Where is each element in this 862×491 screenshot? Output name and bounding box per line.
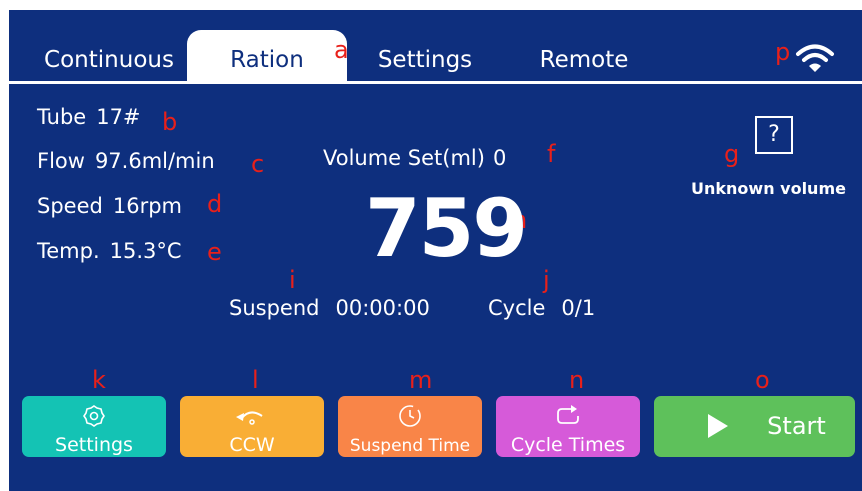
- speed-value: 16rpm: [112, 194, 182, 218]
- settings-button-label: Settings: [55, 434, 133, 456]
- marker-n: n: [569, 366, 585, 394]
- speed-readout: Speed 16rpm: [37, 194, 182, 218]
- tab-continuous[interactable]: Continuous: [29, 35, 189, 82]
- start-button[interactable]: Start: [654, 396, 855, 457]
- marker-p: p: [775, 38, 791, 66]
- ccw-rotate-icon: [236, 411, 263, 425]
- flow-value: 97.6ml/min: [94, 149, 215, 173]
- marker-a: a: [334, 36, 349, 64]
- tab-ration[interactable]: Ration: [187, 30, 347, 82]
- suspend-label: Suspend: [229, 296, 320, 320]
- device-screen: Continuous Ration Settings Remote a b c …: [9, 10, 862, 491]
- ccw-button-label: CCW: [229, 434, 275, 456]
- dispensed-volume: 759: [365, 182, 528, 275]
- temp-label: Temp.: [37, 239, 100, 263]
- marker-d: d: [207, 190, 223, 218]
- tab-settings[interactable]: Settings: [355, 35, 495, 82]
- cycle-times-button-label: Cycle Times: [510, 434, 626, 456]
- cycle-icon: [557, 405, 579, 424]
- volume-set[interactable]: Volume Set(ml) 0: [323, 146, 506, 170]
- speed-label: Speed: [37, 194, 103, 218]
- marker-b: b: [162, 108, 178, 136]
- suspend-time-button-label: Suspend Time: [349, 436, 471, 456]
- wifi-icon[interactable]: [795, 43, 835, 73]
- timer-icon: [399, 405, 421, 427]
- marker-o: o: [755, 366, 770, 394]
- cycle-label: Cycle: [488, 296, 546, 320]
- tube-label: Tube: [37, 105, 87, 129]
- suspend-readout: Suspend 00:00:00: [229, 296, 430, 320]
- marker-l: l: [252, 366, 259, 394]
- gear-icon: [83, 405, 105, 427]
- flow-readout: Flow 97.6ml/min: [37, 149, 215, 173]
- cycle-readout: Cycle 0/1: [488, 296, 595, 320]
- question-icon[interactable]: ?: [755, 116, 793, 154]
- marker-i: i: [289, 266, 296, 294]
- marker-f: f: [547, 140, 556, 168]
- settings-button[interactable]: Settings: [22, 396, 166, 457]
- cycle-times-button[interactable]: Cycle Times: [496, 396, 640, 457]
- marker-m: m: [409, 366, 433, 394]
- suspend-time-button[interactable]: Suspend Time: [338, 396, 482, 457]
- marker-e: e: [207, 238, 222, 266]
- temp-value: 15.3°C: [109, 239, 182, 263]
- start-button-label: Start: [767, 412, 826, 440]
- tube-readout: Tube 17#: [37, 105, 141, 129]
- marker-g: g: [724, 140, 740, 168]
- flow-label: Flow: [37, 149, 85, 173]
- unknown-volume-label: Unknown volume: [691, 179, 846, 198]
- marker-k: k: [92, 366, 106, 394]
- suspend-value: 00:00:00: [335, 296, 430, 320]
- cycle-value: 0/1: [561, 296, 596, 320]
- temp-readout: Temp. 15.3°C: [37, 239, 182, 263]
- tab-divider: [9, 81, 862, 84]
- tube-value: 17#: [96, 105, 141, 129]
- tab-bar: Continuous Ration Settings Remote: [9, 10, 862, 84]
- tab-remote[interactable]: Remote: [514, 35, 654, 82]
- marker-j: j: [543, 266, 550, 294]
- marker-c: c: [251, 150, 265, 178]
- volume-set-value: 0: [492, 146, 507, 170]
- ccw-button[interactable]: CCW: [180, 396, 324, 457]
- volume-set-label: Volume Set(ml): [323, 146, 485, 170]
